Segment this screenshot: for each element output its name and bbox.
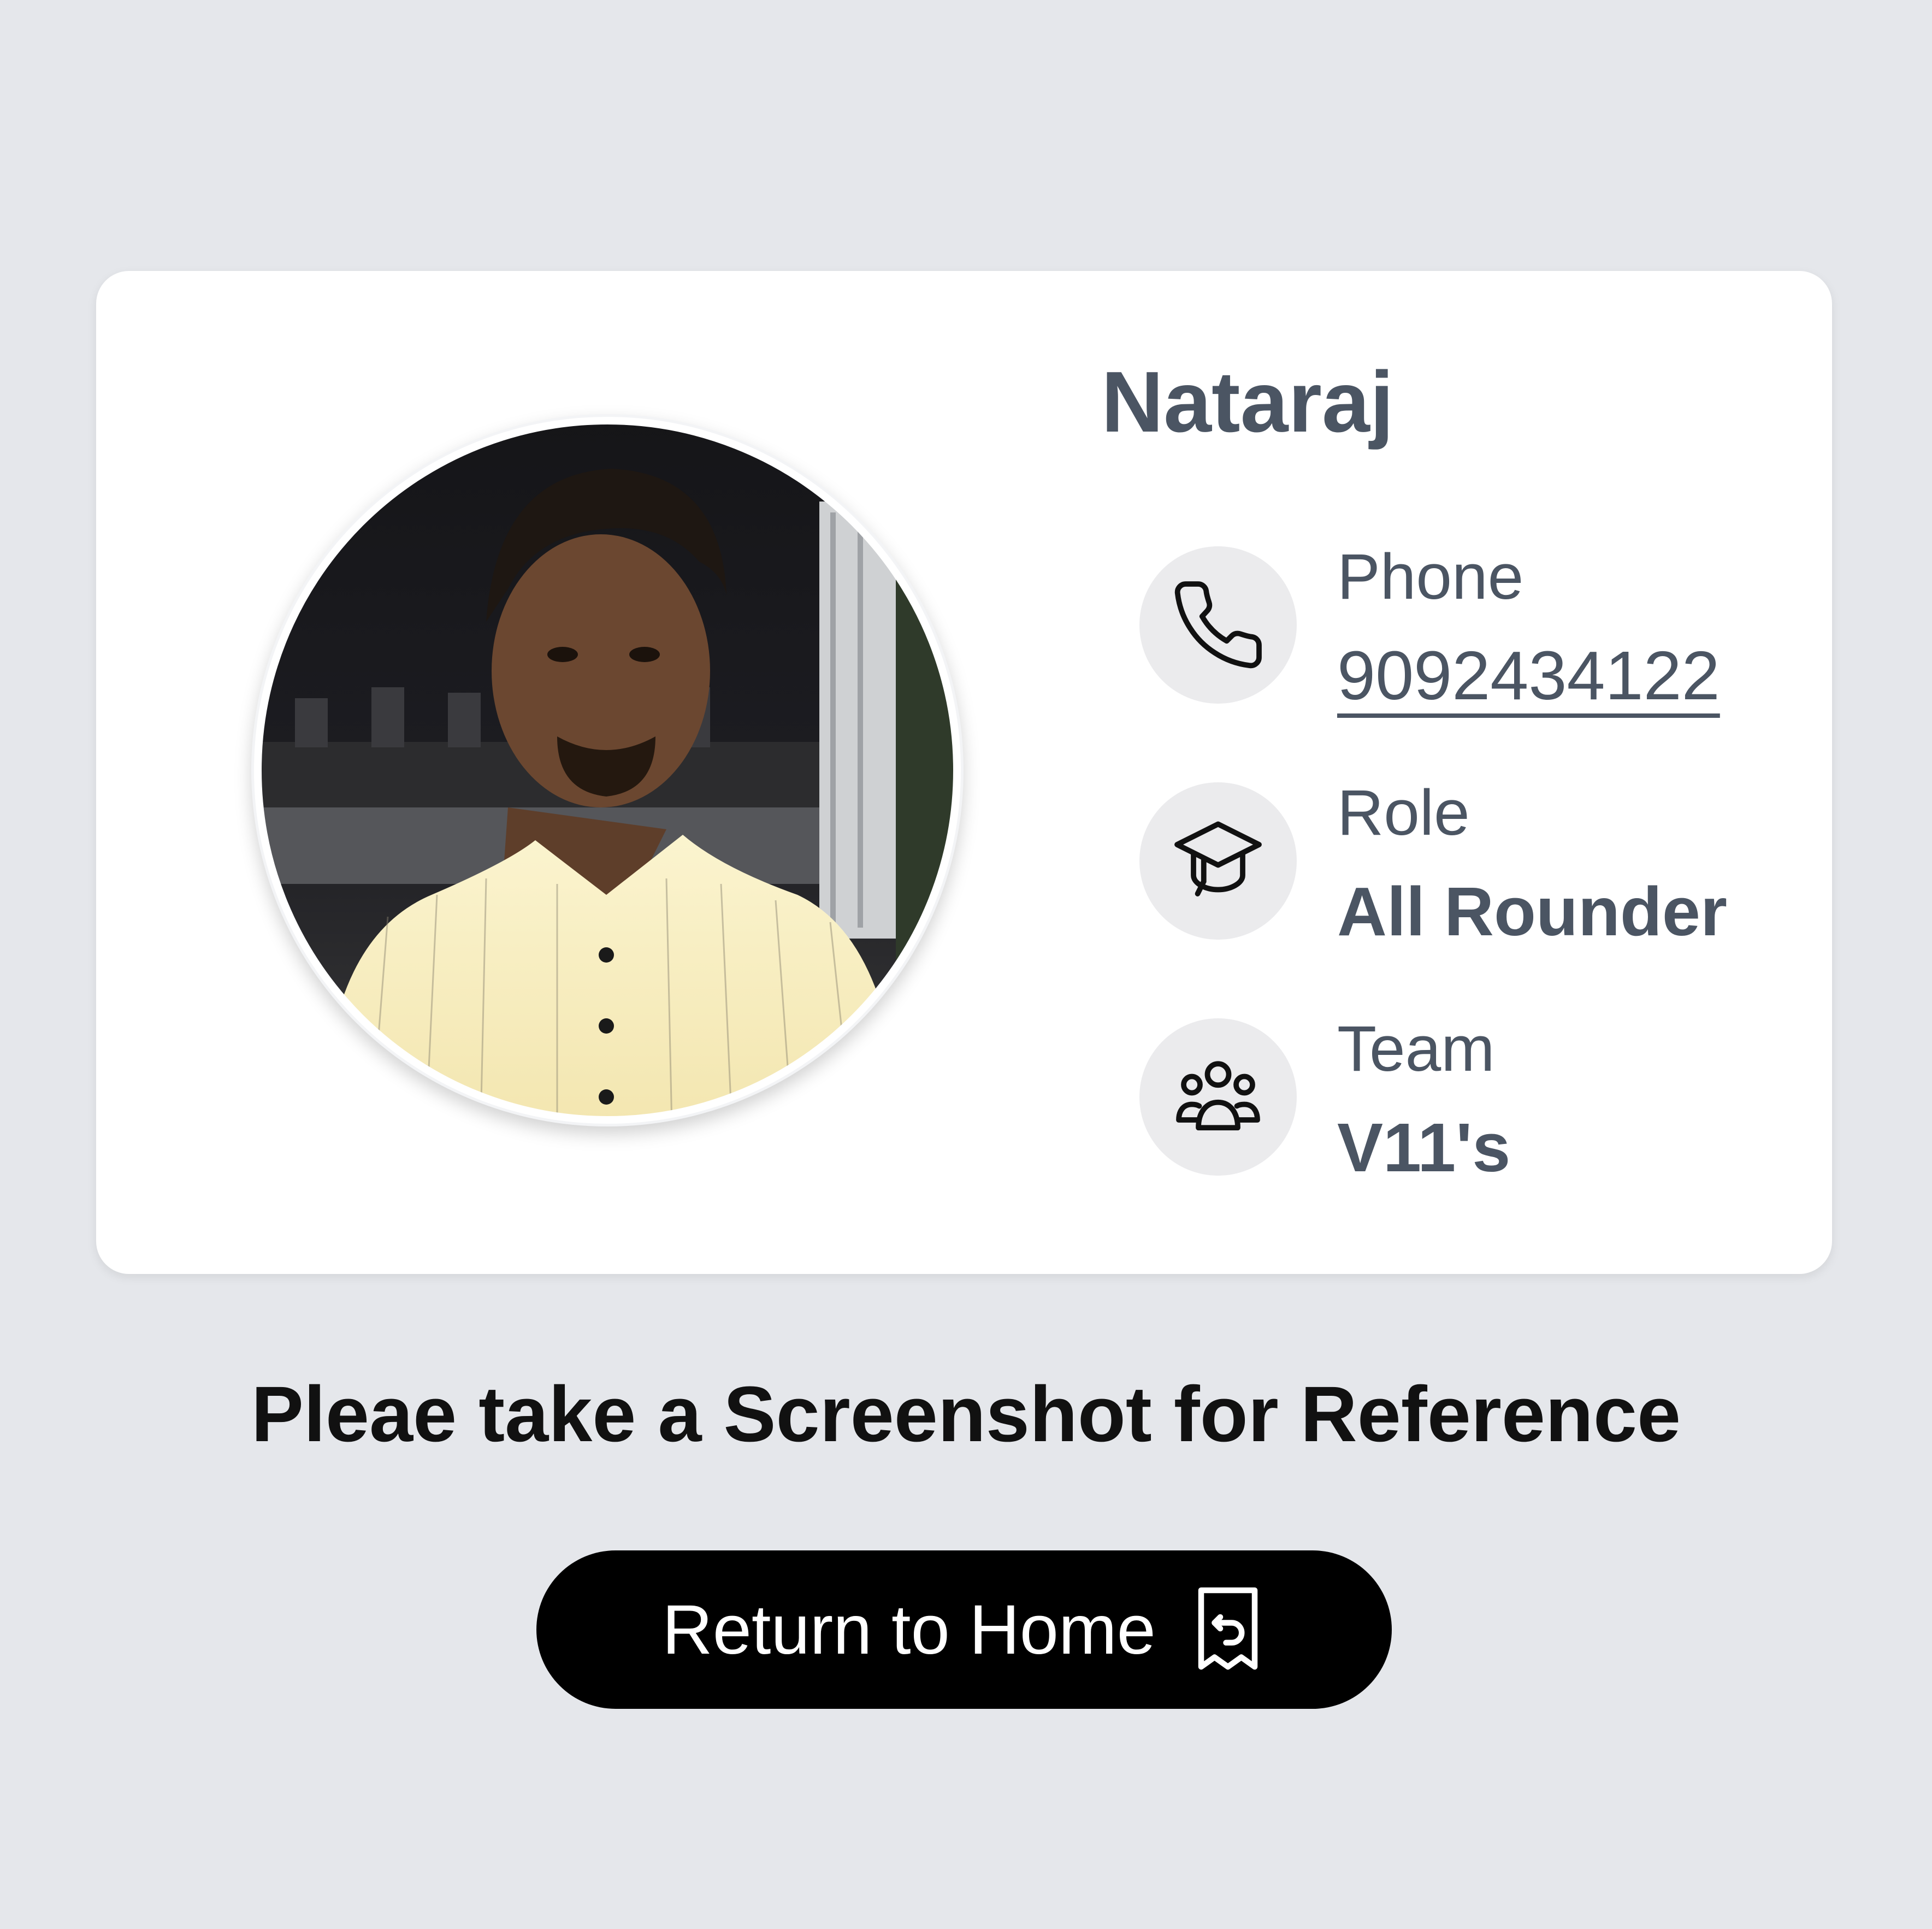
team-row: Team V11's [1139,1013,1795,1186]
phone-icon [1139,546,1297,704]
profile-avatar [251,414,964,1126]
profile-card: Nataraj Phone 9092434122 Role All Rounde… [96,271,1832,1274]
team-value: V11's [1337,1109,1511,1186]
role-label: Role [1337,777,1470,849]
group-icon [1139,1018,1297,1176]
phone-row: Phone 9092434122 [1139,541,1795,714]
phone-label: Phone [1337,541,1524,613]
graduation-cap-icon [1139,782,1297,940]
receipt-return-icon [1190,1582,1266,1678]
return-home-label: Return to Home [662,1590,1156,1669]
screenshot-reminder: Pleae take a Screenshot for Reference [251,1370,1681,1458]
profile-name: Nataraj [1101,354,1394,450]
phone-number-link[interactable]: 9092434122 [1337,636,1720,715]
profile-photo [254,417,961,1124]
return-home-button[interactable]: Return to Home [536,1550,1392,1709]
role-row: Role All Rounder [1139,777,1795,950]
team-label: Team [1337,1013,1495,1085]
role-value: All Rounder [1337,873,1727,950]
